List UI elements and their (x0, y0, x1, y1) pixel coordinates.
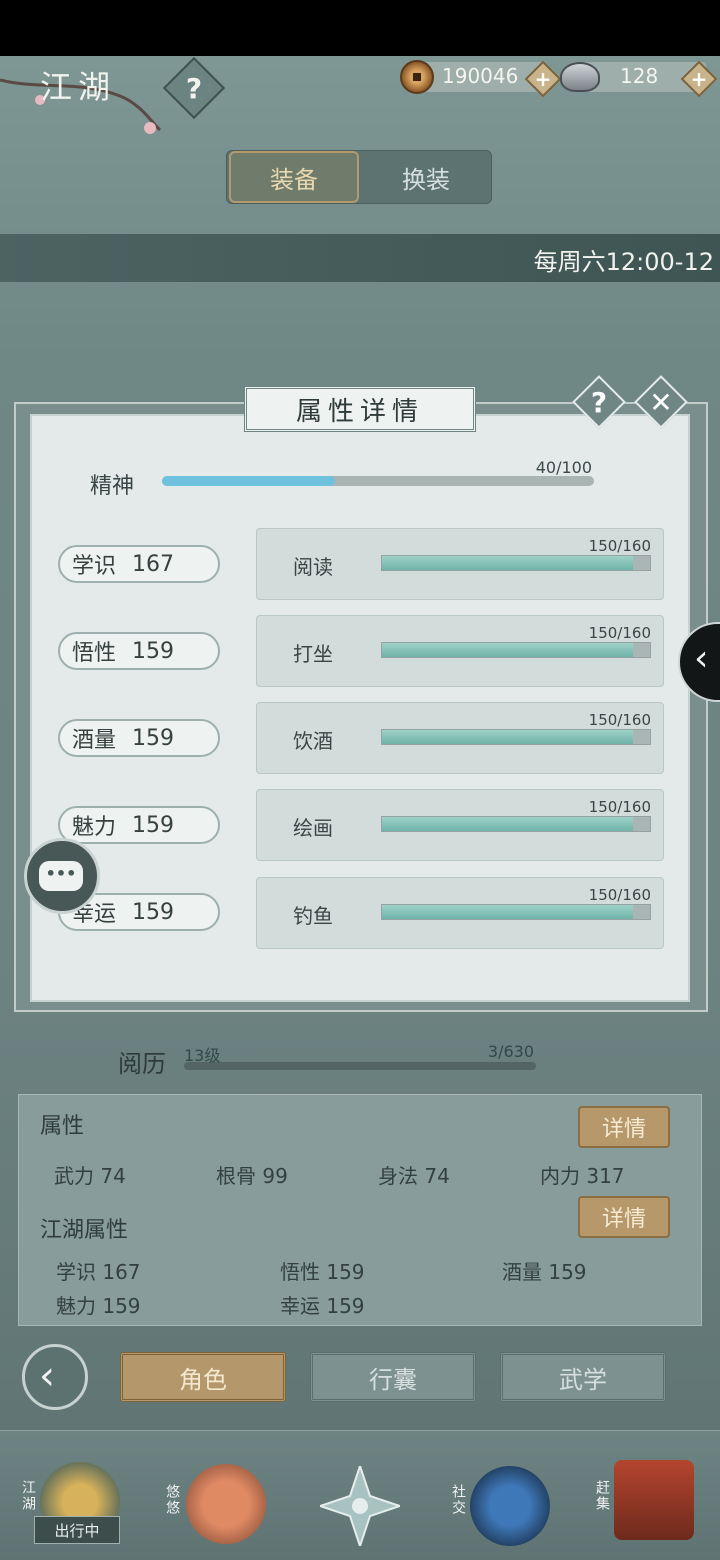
status-bar (0, 0, 720, 56)
chevron-left-icon: ‹ (694, 638, 709, 679)
jianghu-attribute-item: 酒量 159 (502, 1260, 587, 1284)
copper-amount: 190046 (442, 64, 519, 88)
tab-equip[interactable]: 装备 (229, 151, 359, 203)
attribute-value: 167 (132, 551, 175, 577)
equip-tab-bar: 装备 换装 (226, 150, 492, 204)
skill-value: 150/160 (588, 798, 651, 816)
attribute-item: 内力 317 (540, 1164, 625, 1188)
spirit-value: 40/100 (535, 458, 592, 477)
skill-card: 阅读 150/160 (256, 528, 664, 600)
attribute-pill: 悟性 159 (58, 632, 220, 670)
jianghu-attribute-item: 学识 167 (56, 1260, 141, 1284)
tab-outfit[interactable]: 换装 (361, 151, 491, 203)
experience-level: 13级 (184, 1046, 221, 1065)
skill-name: 打坐 (293, 642, 333, 666)
market-cart-icon (614, 1460, 694, 1540)
nav-market-label: 赶集 (594, 1480, 610, 1512)
spirit-label: 精神 (90, 474, 135, 499)
copper-coin-icon (400, 60, 434, 94)
skill-value: 150/160 (588, 711, 651, 729)
skill-progress-track (381, 816, 651, 832)
skill-card: 饮酒 150/160 (256, 702, 664, 774)
skill-progress-fill (382, 643, 634, 657)
skill-value: 150/160 (588, 624, 651, 642)
compass-star-icon[interactable] (320, 1466, 400, 1546)
attribute-item: 根骨 99 (216, 1164, 288, 1188)
skill-progress-fill (382, 556, 634, 570)
attribute-pill: 学识 167 (58, 545, 220, 583)
modal-title-plate: 属性详情 (244, 386, 476, 432)
nav-leisure-label: 悠悠 (164, 1484, 180, 1516)
skill-progress-track (381, 904, 651, 920)
attribute-value: 159 (132, 899, 175, 925)
chat-bubble-icon: ••• (39, 861, 83, 891)
attribute-value: 159 (132, 638, 175, 664)
tab-bag[interactable]: 行囊 (310, 1352, 476, 1402)
jianghu-detail-button[interactable]: 详情 (578, 1196, 670, 1238)
chat-button[interactable]: ••• (24, 838, 100, 914)
attribute-pill: 魅力 159 (58, 806, 220, 844)
page-title: 江湖 (40, 68, 117, 106)
experience-label: 阅历 (118, 1050, 166, 1078)
attributes-detail-button[interactable]: 详情 (578, 1106, 670, 1148)
attribute-pill: 酒量 159 (58, 719, 220, 757)
plus-icon: + (534, 67, 552, 91)
back-button[interactable]: ‹ (22, 1344, 88, 1410)
back-arrow-icon: ‹ (39, 1353, 55, 1399)
attribute-value: 159 (132, 725, 175, 751)
modal-title: 属性详情 (295, 396, 424, 427)
wave-scene-icon (470, 1466, 550, 1546)
jianghu-attributes-title: 江湖属性 (40, 1218, 129, 1243)
plus-icon: + (690, 67, 708, 91)
skill-progress-track (381, 555, 651, 571)
silver-ingot-icon (560, 62, 600, 92)
attribute-name: 酒量 (72, 728, 117, 753)
skill-value: 150/160 (588, 886, 651, 904)
skill-name: 绘画 (293, 816, 333, 840)
question-icon: ? (185, 71, 203, 105)
nav-social-label: 社交 (450, 1484, 466, 1516)
close-icon: ✕ (649, 385, 673, 419)
skill-card: 绘画 150/160 (256, 789, 664, 861)
tab-role[interactable]: 角色 (120, 1352, 286, 1402)
skill-card: 钓鱼 150/160 (256, 877, 664, 949)
question-icon: ? (590, 385, 608, 419)
attribute-name: 魅力 (72, 815, 117, 840)
experience-value: 3/630 (487, 1042, 534, 1061)
jianghu-attribute-item: 魅力 159 (56, 1294, 141, 1318)
skill-card: 打坐 150/160 (256, 615, 664, 687)
skill-progress-fill (382, 905, 634, 919)
skill-name: 阅读 (293, 555, 333, 579)
skill-name: 饮酒 (293, 729, 333, 753)
attribute-item: 武力 74 (54, 1164, 126, 1188)
experience-progress-track (184, 1062, 536, 1070)
attributes-title: 属性 (40, 1114, 85, 1139)
spirit-progress-fill (162, 476, 335, 486)
silver-amount: 128 (620, 64, 659, 88)
tab-martial[interactable]: 武学 (500, 1352, 666, 1402)
skill-progress-fill (382, 730, 634, 744)
attribute-item: 身法 74 (378, 1164, 450, 1188)
skill-value: 150/160 (588, 537, 651, 555)
jianghu-attribute-item: 悟性 159 (280, 1260, 365, 1284)
attribute-name: 悟性 (72, 641, 117, 666)
swallow-scene-icon (186, 1464, 266, 1544)
jianghu-attribute-item: 幸运 159 (280, 1294, 365, 1318)
skill-progress-track (381, 642, 651, 658)
nav-jianghu-label: 江湖 (20, 1480, 36, 1512)
traveling-badge: 出行中 (34, 1516, 120, 1544)
skill-progress-track (381, 729, 651, 745)
attribute-name: 学识 (72, 554, 117, 579)
skill-name: 钓鱼 (293, 904, 333, 928)
event-banner-text: 每周六12:00-12 (533, 248, 714, 276)
attribute-value: 159 (132, 812, 175, 838)
skill-progress-fill (382, 817, 634, 831)
